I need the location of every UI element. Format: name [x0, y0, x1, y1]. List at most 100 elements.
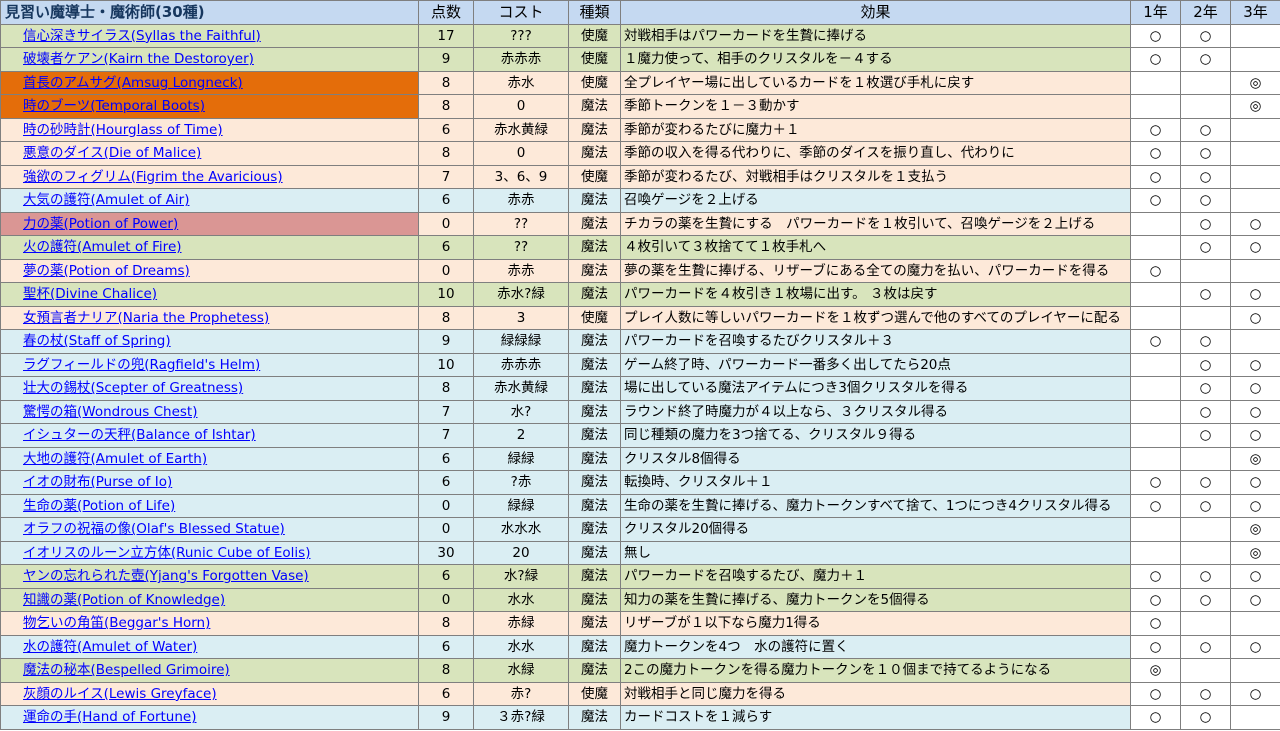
points-cell[interactable]: 7 — [418, 399, 474, 424]
year1-cell[interactable]: ○ — [1130, 329, 1181, 354]
card-name-link[interactable]: 運命の手(Hand of Fortune) — [23, 709, 196, 725]
card-name-link[interactable]: 女預言者ナリア(Naria the Prophetess) — [23, 310, 269, 326]
points-cell[interactable]: 9 — [418, 47, 474, 72]
effect-cell[interactable]: 知力の薬を生贄に捧げる、魔力トークンを5個得る — [620, 587, 1131, 612]
effect-cell[interactable]: 対戦相手と同じ魔力を得る — [620, 681, 1131, 706]
kind-cell[interactable]: 使魔 — [568, 681, 621, 706]
effect-cell[interactable]: 生命の薬を生贄に捧げる、魔力トークンすべて捨て、1つにつき4クリスタル得る — [620, 493, 1131, 518]
year2-cell[interactable]: ○ — [1180, 352, 1231, 377]
kind-cell[interactable]: 魔法 — [568, 540, 621, 565]
year2-cell[interactable]: ○ — [1180, 282, 1231, 307]
year3-cell[interactable]: ◎ — [1230, 94, 1280, 119]
card-name-link[interactable]: 首長のアムサグ(Amsug Longneck) — [23, 75, 243, 91]
card-name-cell[interactable]: 魔法の秘本(Bespelled Grimoire) — [0, 658, 419, 683]
points-cell[interactable]: 9 — [418, 705, 474, 730]
year1-cell[interactable]: ○ — [1130, 493, 1181, 518]
year3-cell[interactable]: ○ — [1230, 470, 1280, 495]
card-name-link[interactable]: 灰顔のルイス(Lewis Greyface) — [23, 686, 217, 702]
cost-cell[interactable]: 水水水 — [473, 517, 569, 542]
points-cell[interactable]: 0 — [418, 517, 474, 542]
points-cell[interactable]: 8 — [418, 376, 474, 401]
year2-cell[interactable] — [1180, 658, 1231, 683]
kind-cell[interactable]: 魔法 — [568, 94, 621, 119]
effect-cell[interactable]: パワーカードを召喚するたびクリスタル＋３ — [620, 329, 1131, 354]
card-name-cell[interactable]: 物乞いの角笛(Beggar's Horn) — [0, 611, 419, 636]
card-name-link[interactable]: 春の杖(Staff of Spring) — [23, 333, 171, 349]
year2-cell[interactable]: ○ — [1180, 423, 1231, 448]
card-name-cell[interactable]: 大地の護符(Amulet of Earth) — [0, 446, 419, 471]
kind-cell[interactable]: 使魔 — [568, 47, 621, 72]
year3-cell[interactable]: ◎ — [1230, 446, 1280, 471]
year3-cell[interactable]: ◎ — [1230, 517, 1280, 542]
year2-cell[interactable] — [1180, 94, 1231, 119]
points-cell[interactable]: 0 — [418, 493, 474, 518]
kind-cell[interactable]: 魔法 — [568, 517, 621, 542]
year1-cell[interactable]: ○ — [1130, 705, 1181, 730]
card-name-cell[interactable]: 運命の手(Hand of Fortune) — [0, 705, 419, 730]
cost-cell[interactable]: 水水 — [473, 634, 569, 659]
cost-cell[interactable]: ?? — [473, 211, 569, 236]
year2-cell[interactable]: ○ — [1180, 235, 1231, 260]
effect-cell[interactable]: 無し — [620, 540, 1131, 565]
cost-cell[interactable]: ?? — [473, 235, 569, 260]
card-name-cell[interactable]: 破壊者ケアン(Kairn the Destoroyer) — [0, 47, 419, 72]
year3-cell[interactable] — [1230, 705, 1280, 730]
card-name-link[interactable]: 破壊者ケアン(Kairn the Destoroyer) — [23, 51, 254, 67]
card-name-link[interactable]: ラグフィールドの兜(Ragfield's Helm) — [23, 357, 260, 373]
cost-cell[interactable]: 水?緑 — [473, 564, 569, 589]
kind-cell[interactable]: 魔法 — [568, 658, 621, 683]
year2-cell[interactable] — [1180, 540, 1231, 565]
effect-cell[interactable]: 季節トークンを１－３動かす — [620, 94, 1131, 119]
effect-cell[interactable]: リザーブが１以下なら魔力1得る — [620, 611, 1131, 636]
points-cell[interactable]: 6 — [418, 446, 474, 471]
year3-cell[interactable]: ○ — [1230, 564, 1280, 589]
year2-cell[interactable] — [1180, 258, 1231, 283]
kind-cell[interactable]: 魔法 — [568, 376, 621, 401]
card-name-cell[interactable]: 女預言者ナリア(Naria the Prophetess) — [0, 305, 419, 330]
year1-cell[interactable]: ○ — [1130, 188, 1181, 213]
card-name-cell[interactable]: 信心深きサイラス(Syllas the Faithful) — [0, 23, 419, 48]
effect-cell[interactable]: プレイ人数に等しいパワーカードを１枚ずつ選んで他のすべてのプレイヤーに配る — [620, 305, 1131, 330]
points-cell[interactable]: 8 — [418, 141, 474, 166]
year2-cell[interactable]: ○ — [1180, 117, 1231, 142]
card-name-link[interactable]: イオの財布(Purse of Io) — [23, 474, 172, 490]
cost-cell[interactable]: 緑緑緑 — [473, 329, 569, 354]
year1-cell[interactable] — [1130, 517, 1181, 542]
year2-cell[interactable]: ○ — [1180, 564, 1231, 589]
cost-cell[interactable]: 赤水?緑 — [473, 282, 569, 307]
cost-cell[interactable]: 20 — [473, 540, 569, 565]
year3-cell[interactable]: ○ — [1230, 352, 1280, 377]
year3-cell[interactable] — [1230, 258, 1280, 283]
year2-cell[interactable]: ○ — [1180, 376, 1231, 401]
year2-cell[interactable] — [1180, 446, 1231, 471]
kind-cell[interactable]: 魔法 — [568, 141, 621, 166]
points-cell[interactable]: 6 — [418, 235, 474, 260]
card-name-link[interactable]: 火の護符(Amulet of Fire) — [23, 239, 182, 255]
cost-cell[interactable]: ??? — [473, 23, 569, 48]
kind-cell[interactable]: 魔法 — [568, 423, 621, 448]
cost-cell[interactable]: 赤赤赤 — [473, 352, 569, 377]
year3-cell[interactable]: ○ — [1230, 211, 1280, 236]
effect-cell[interactable]: ４枚引いて３枚捨てて１枚手札へ — [620, 235, 1131, 260]
cost-cell[interactable]: ?赤 — [473, 470, 569, 495]
cost-cell[interactable]: 赤水黄緑 — [473, 376, 569, 401]
kind-cell[interactable]: 魔法 — [568, 282, 621, 307]
year3-cell[interactable]: ○ — [1230, 235, 1280, 260]
points-cell[interactable]: 6 — [418, 564, 474, 589]
year2-cell[interactable]: ○ — [1180, 23, 1231, 48]
effect-cell[interactable]: パワーカードを４枚引き１枚場に出す。 ３枚は戻す — [620, 282, 1131, 307]
points-cell[interactable]: 6 — [418, 188, 474, 213]
year3-cell[interactable] — [1230, 164, 1280, 189]
effect-cell[interactable]: 季節が変わるたびに魔力＋１ — [620, 117, 1131, 142]
cost-cell[interactable]: 赤緑 — [473, 611, 569, 636]
points-header[interactable]: 点数 — [418, 0, 474, 25]
kind-cell[interactable]: 魔法 — [568, 470, 621, 495]
year3-cell[interactable] — [1230, 141, 1280, 166]
effect-cell[interactable]: 夢の薬を生贄に捧げる、リザーブにある全ての魔力を払い、パワーカードを得る — [620, 258, 1131, 283]
year3-cell[interactable]: ○ — [1230, 282, 1280, 307]
cost-cell[interactable]: 緑緑 — [473, 446, 569, 471]
points-cell[interactable]: 8 — [418, 70, 474, 95]
effect-cell[interactable]: クリスタル8個得る — [620, 446, 1131, 471]
card-name-cell[interactable]: ヤンの忘れられた壺(Yjang's Forgotten Vase) — [0, 564, 419, 589]
card-name-cell[interactable]: 時のブーツ(Temporal Boots) — [0, 94, 419, 119]
